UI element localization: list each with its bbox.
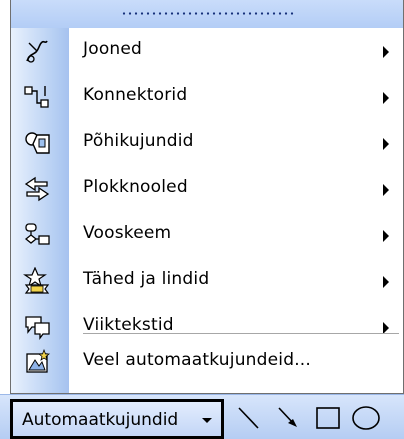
menu-item-more-autoshapes[interactable]: Veel automaatkujundeid... [11, 339, 403, 385]
menu-drag-handle[interactable] [11, 0, 403, 28]
stars-banners-icon [23, 267, 51, 295]
autoshapes-menu: Jooned Konnektorid Põhikujundid Plokknoo… [10, 0, 404, 394]
menu-item-label: Vooskeem [83, 223, 172, 243]
autoshapes-button[interactable]: Automaatkujundid [10, 399, 224, 439]
rectangle-tool-icon[interactable] [312, 403, 344, 433]
connectors-icon [23, 83, 51, 111]
flowchart-icon [23, 221, 51, 249]
submenu-arrow-icon [383, 230, 389, 242]
submenu-arrow-icon [383, 92, 389, 104]
arrow-tool-icon[interactable] [272, 403, 304, 433]
submenu-arrow-icon [383, 46, 389, 58]
drawing-toolbar: Automaatkujundid [0, 394, 404, 439]
submenu-arrow-icon [383, 184, 389, 196]
menu-separator [83, 333, 399, 334]
more-autoshapes-icon [23, 348, 51, 376]
oval-tool-icon[interactable] [350, 403, 382, 433]
basic-shapes-icon [23, 129, 51, 157]
menu-item-label: Tähed ja lindid [83, 269, 210, 289]
menu-item-label: Plokknooled [83, 177, 188, 197]
autoshapes-button-label: Automaatkujundid [22, 410, 179, 430]
menu-item-block-arrows[interactable]: Plokknooled [11, 166, 403, 212]
submenu-arrow-icon [383, 138, 389, 150]
line-tool-icon[interactable] [232, 403, 264, 433]
lines-icon [23, 37, 51, 65]
menu-item-stars-banners[interactable]: Tähed ja lindid [11, 258, 403, 304]
callouts-icon [23, 313, 51, 341]
menu-item-label: Viiktekstid [83, 315, 174, 335]
menu-item-label: Konnektorid [83, 85, 188, 105]
dropdown-caret-icon [202, 418, 212, 423]
menu-item-connectors[interactable]: Konnektorid [11, 74, 403, 120]
menu-item-basic-shapes[interactable]: Põhikujundid [11, 120, 403, 166]
drag-handle-dots [121, 12, 295, 15]
menu-item-lines[interactable]: Jooned [11, 28, 403, 74]
menu-item-label: Jooned [83, 39, 143, 59]
menu-item-flowchart[interactable]: Vooskeem [11, 212, 403, 258]
block-arrows-icon [23, 175, 51, 203]
menu-item-label: Põhikujundid [83, 131, 194, 151]
submenu-arrow-icon [383, 276, 389, 288]
menu-item-label: Veel automaatkujundeid... [83, 350, 312, 370]
